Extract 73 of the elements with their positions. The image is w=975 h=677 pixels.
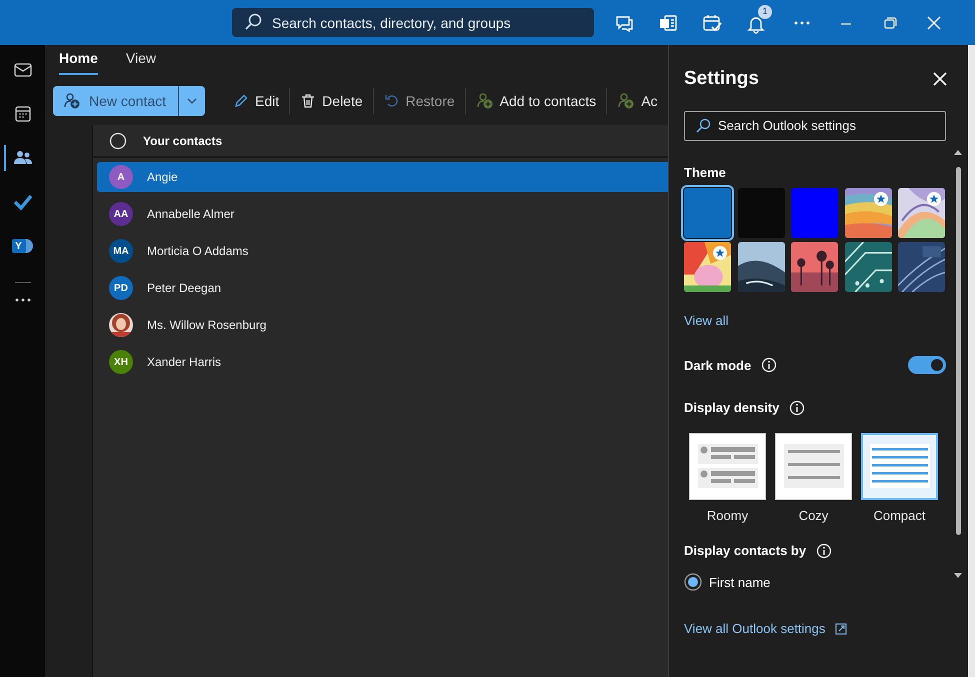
radio-button[interactable] (684, 573, 702, 592)
view-all-link[interactable]: View all (684, 311, 729, 330)
avatar: MA (109, 239, 133, 263)
avatar: PD (109, 276, 133, 300)
star-icon (713, 246, 727, 260)
layout-drawing (784, 444, 844, 488)
option-label: Roomy (706, 506, 748, 525)
add-person-icon (63, 92, 81, 110)
theme-tile[interactable] (898, 242, 946, 292)
theme-tile[interactable] (898, 188, 946, 238)
info-icon[interactable] (761, 357, 778, 374)
search-field[interactable]: Search Outlook settings (684, 110, 946, 140)
scroll-down-icon[interactable] (954, 573, 962, 579)
delete-button[interactable]: Delete (294, 86, 369, 116)
select-all-checkbox[interactable] (109, 132, 127, 150)
calendar-check-icon[interactable] (702, 12, 722, 32)
contact-row[interactable]: PD Peter Deegan (97, 273, 668, 303)
add-button[interactable]: Ac (611, 86, 664, 116)
tab[interactable]: View (126, 48, 156, 75)
star-icon (874, 192, 888, 206)
option-label: First name (709, 574, 770, 592)
external-link-icon (835, 622, 848, 635)
theme-tile[interactable] (844, 242, 892, 292)
contact-row[interactable]: A Angie (97, 162, 668, 192)
theme-tile[interactable] (684, 242, 731, 292)
search-field[interactable]: Search contacts, directory, and groups (232, 8, 594, 37)
calendar-icon[interactable] (12, 104, 32, 124)
contact-row[interactable]: AA Annabelle Almer (97, 199, 668, 229)
info-icon[interactable] (816, 542, 832, 559)
scroll-up-icon[interactable] (954, 149, 962, 155)
add-person-icon (476, 92, 494, 110)
avatar: A (109, 165, 133, 189)
settings-link[interactable]: View all Outlook settings (684, 619, 848, 638)
list-header: Your contacts (143, 132, 222, 150)
theme-tile[interactable] (791, 188, 838, 238)
density-option[interactable] (775, 432, 852, 500)
undo-icon (384, 93, 400, 109)
edit-button[interactable]: Edit (227, 86, 286, 116)
density-option[interactable] (689, 432, 766, 500)
contact-row[interactable]: Ms. Willow Rosenburg (97, 310, 668, 340)
panel-title: Settings (684, 67, 759, 91)
layout-drawing (698, 444, 758, 488)
layout-drawing (870, 444, 930, 488)
theme-tile[interactable] (738, 242, 785, 292)
setting-label: Display contacts by (684, 542, 806, 560)
notification-badge: 1 (758, 4, 772, 18)
add-button[interactable]: Add to contacts (470, 86, 602, 116)
close-icon[interactable] (932, 71, 948, 88)
avatar: XH (109, 350, 133, 374)
checkmark-icon[interactable] (12, 192, 32, 212)
option-label: Compact (873, 506, 926, 525)
star-icon (927, 192, 942, 206)
trash-icon (300, 93, 316, 109)
setting-label: Display density (684, 399, 780, 417)
section-heading: Theme (684, 164, 727, 182)
option-label: Cozy (798, 506, 828, 525)
theme-tile[interactable] (791, 242, 838, 292)
add-person-icon (617, 92, 636, 110)
tab[interactable]: Home (59, 48, 98, 75)
pencil-icon (233, 93, 250, 109)
density-option[interactable] (861, 432, 938, 500)
search-icon (244, 13, 262, 31)
contact-row[interactable]: XH Xander Harris (97, 347, 668, 377)
avatar: AA (109, 202, 133, 226)
scrollbar-thumb[interactable] (956, 167, 960, 535)
theme-tile[interactable] (684, 188, 731, 238)
contact-row[interactable]: MA Morticia O Addams (97, 236, 668, 266)
search-icon (695, 118, 711, 134)
document-icon[interactable] (658, 12, 678, 32)
info-icon[interactable] (789, 400, 806, 416)
toggle-switch[interactable] (908, 356, 946, 374)
setting-label: Dark mode (684, 356, 752, 374)
theme-tile[interactable] (844, 188, 892, 238)
